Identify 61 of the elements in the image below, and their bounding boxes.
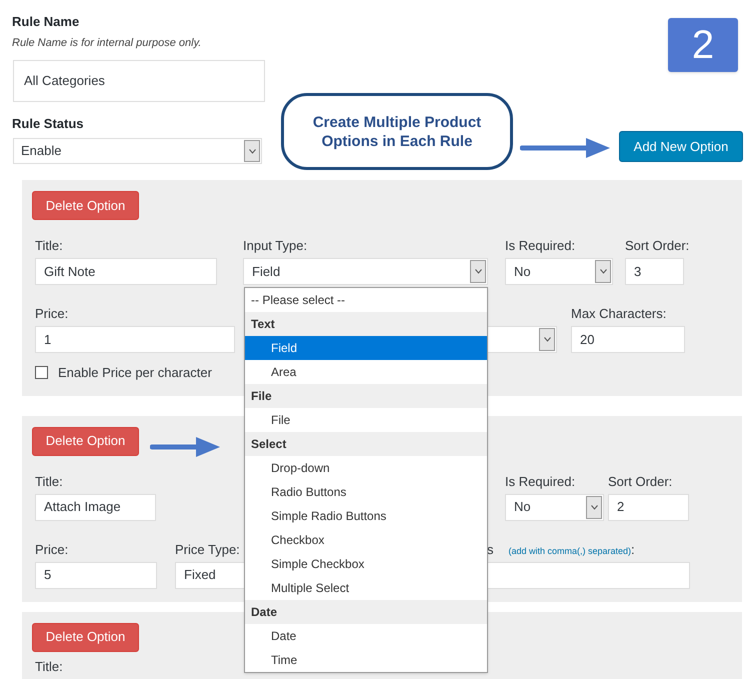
input-field[interactable]: 20 xyxy=(571,326,685,353)
field-label: Price: xyxy=(35,305,68,323)
input-field[interactable]: 5 xyxy=(35,562,157,588)
hint-text: Rule Name is for internal purpose only. xyxy=(12,36,202,51)
dropdown-option[interactable]: Area xyxy=(245,360,487,384)
dropdown-option[interactable]: Field xyxy=(245,336,487,360)
field-label: s xyxy=(487,540,494,558)
field-label: Rule Name xyxy=(12,13,80,30)
field-label: Sort Order: xyxy=(608,472,672,490)
dropdown-option[interactable]: Drop-down xyxy=(245,456,487,480)
field-label: Max Characters: xyxy=(571,305,666,323)
chevron-icon xyxy=(595,260,611,283)
field-label: Is Required: xyxy=(505,472,576,491)
input-field[interactable]: All Categories xyxy=(13,60,265,102)
hint-link[interactable]: (add with comma(,) separated) xyxy=(508,544,632,558)
select-field[interactable]: No xyxy=(505,258,613,285)
field-label: : xyxy=(631,540,635,558)
delete-option-button[interactable]: Delete Option xyxy=(32,426,139,456)
dropdown-option[interactable]: Simple Radio Buttons xyxy=(245,504,487,528)
group-header: Date xyxy=(245,600,487,624)
chevron-icon xyxy=(244,140,260,162)
field-label: Price: xyxy=(35,540,68,558)
dropdown-option[interactable]: -- Please select -- xyxy=(245,288,487,312)
dropdown-option[interactable]: Date xyxy=(245,624,487,648)
input-field[interactable]: 3 xyxy=(625,258,684,285)
field-label: Title: xyxy=(35,472,63,490)
select-field[interactable]: No xyxy=(505,494,604,520)
field-label: Is Required: xyxy=(505,237,576,255)
select-field[interactable]: Field xyxy=(243,258,488,285)
dropdown-option[interactable]: File xyxy=(245,408,487,432)
field-label: Sort Order: xyxy=(625,237,690,255)
input-field[interactable]: 2 xyxy=(608,494,689,520)
field-label: Rule Status xyxy=(12,115,84,132)
group-header: Select xyxy=(245,432,487,456)
chevron-icon xyxy=(586,496,602,518)
add-option-button[interactable]: Add New Option xyxy=(619,131,743,162)
field-label: Title: xyxy=(35,658,63,676)
step-badge: 2 xyxy=(668,18,738,72)
input-field[interactable]: Gift Note xyxy=(35,258,217,285)
delete-option-button[interactable]: Delete Option xyxy=(32,191,139,220)
field-label: Input Type: xyxy=(243,237,308,255)
input-field[interactable]: Attach Image xyxy=(35,494,156,520)
select-field[interactable]: Enable xyxy=(13,138,262,164)
dropdown-option[interactable]: Time xyxy=(245,648,487,672)
arrow-icon xyxy=(150,436,220,458)
delete-option-button[interactable]: Delete Option xyxy=(32,622,139,652)
group-header: Text xyxy=(245,312,487,336)
chevron-icon xyxy=(470,260,486,283)
dropdown-option[interactable]: Multiple Select xyxy=(245,576,487,600)
dropdown-option[interactable]: Checkbox xyxy=(245,528,487,552)
checkbox-label: Enable Price per character xyxy=(58,364,212,382)
field-label: Price Type: xyxy=(175,540,240,559)
arrow-icon xyxy=(520,137,610,159)
input-field[interactable] xyxy=(487,562,690,588)
input-field[interactable]: 1 xyxy=(35,326,235,353)
callout-bubble: Create Multiple Product Options in Each Rule xyxy=(281,93,513,170)
field-label: Title: xyxy=(35,237,63,255)
dropdown-option[interactable]: Radio Buttons xyxy=(245,480,487,504)
group-header: File xyxy=(245,384,487,408)
checkbox[interactable] xyxy=(35,366,48,380)
dropdown-option[interactable]: Simple Checkbox xyxy=(245,552,487,576)
